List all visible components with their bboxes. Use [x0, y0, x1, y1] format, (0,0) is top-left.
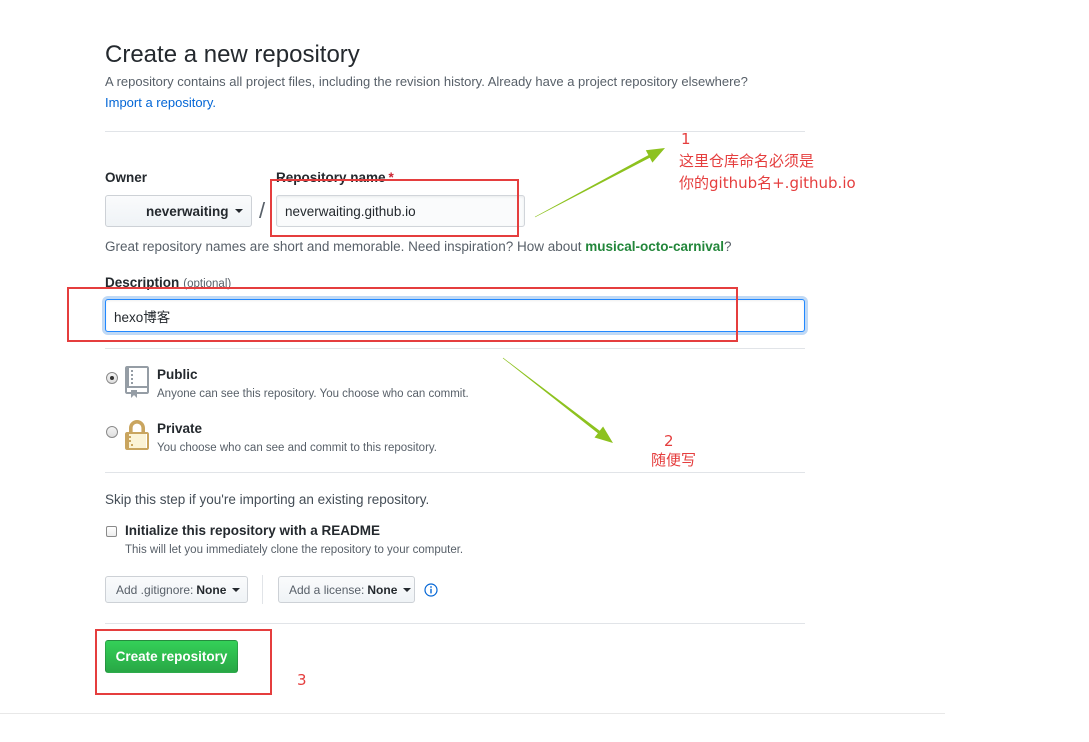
hint-text: Great repository names are short and mem… [105, 239, 586, 254]
owner-select[interactable]: neverwaiting [105, 195, 252, 227]
public-note: Anyone can see this repository. You choo… [157, 388, 469, 400]
owner-label: Owner [105, 170, 148, 185]
chevron-down-icon [232, 587, 241, 592]
annotation-2-line-1: 随便写 [651, 451, 697, 469]
page-title: Create a new repository [105, 41, 360, 68]
page-footer-divider [0, 713, 945, 714]
annotation-1-number: 1 [681, 130, 691, 148]
import-repository-link[interactable]: Import a repository. [105, 94, 216, 112]
lock-icon [125, 420, 149, 450]
annotation-1-line-1: 这里仓库命名必须是 [679, 152, 815, 170]
divider [105, 131, 805, 132]
divider [105, 348, 805, 349]
private-note: You choose who can see and commit to thi… [157, 442, 437, 454]
annotation-3-number: 3 [297, 671, 307, 689]
repo-name-input[interactable] [276, 195, 525, 227]
description-label-text: Description [105, 275, 180, 290]
public-label[interactable]: Public [157, 366, 198, 384]
license-prefix: Add a license: [289, 582, 365, 597]
skip-step-text: Skip this step if you're importing an ex… [105, 492, 430, 507]
gitignore-select[interactable]: Add .gitignore: None [105, 576, 248, 603]
description-input[interactable] [105, 299, 805, 332]
create-repository-button[interactable]: Create repository [105, 640, 238, 673]
required-asterisk: * [388, 170, 394, 185]
readme-label[interactable]: Initialize this repository with a README [125, 522, 380, 540]
annotation-arrow-1 [534, 148, 665, 218]
info-icon[interactable] [424, 583, 438, 597]
gitignore-value: None [196, 582, 227, 597]
license-value: None [367, 582, 398, 597]
repo-name-label-text: Repository name [276, 170, 386, 185]
repo-book-icon [125, 366, 149, 398]
repo-name-label: Repository name * [276, 169, 394, 187]
suggested-name[interactable]: musical-octo-carnival [585, 239, 724, 254]
annotation-1-line-2: 你的github名+.github.io [679, 174, 856, 192]
description-label: Description (optional) [105, 274, 231, 293]
hint-suffix: ? [724, 239, 732, 254]
page-subtitle: A repository contains all project files,… [105, 74, 748, 89]
chevron-down-icon [403, 587, 412, 592]
chevron-down-icon [234, 209, 243, 213]
public-radio[interactable] [106, 372, 118, 384]
readme-note: This will let you immediately clone the … [125, 544, 464, 556]
repo-name-hint: Great repository names are short and mem… [105, 238, 732, 256]
annotation-2-number: 2 [664, 432, 674, 450]
private-label[interactable]: Private [157, 420, 202, 438]
owner-value: neverwaiting [146, 203, 229, 219]
owner-repo-separator: / [259, 198, 266, 223]
vertical-divider [262, 575, 263, 604]
divider [105, 623, 805, 624]
optional-tag: (optional) [183, 278, 232, 290]
readme-checkbox[interactable] [106, 526, 117, 537]
divider [105, 472, 805, 473]
private-radio[interactable] [106, 426, 118, 438]
license-select[interactable]: Add a license: None [278, 576, 415, 603]
gitignore-prefix: Add .gitignore: [116, 582, 194, 597]
annotation-arrow-2 [502, 357, 613, 443]
